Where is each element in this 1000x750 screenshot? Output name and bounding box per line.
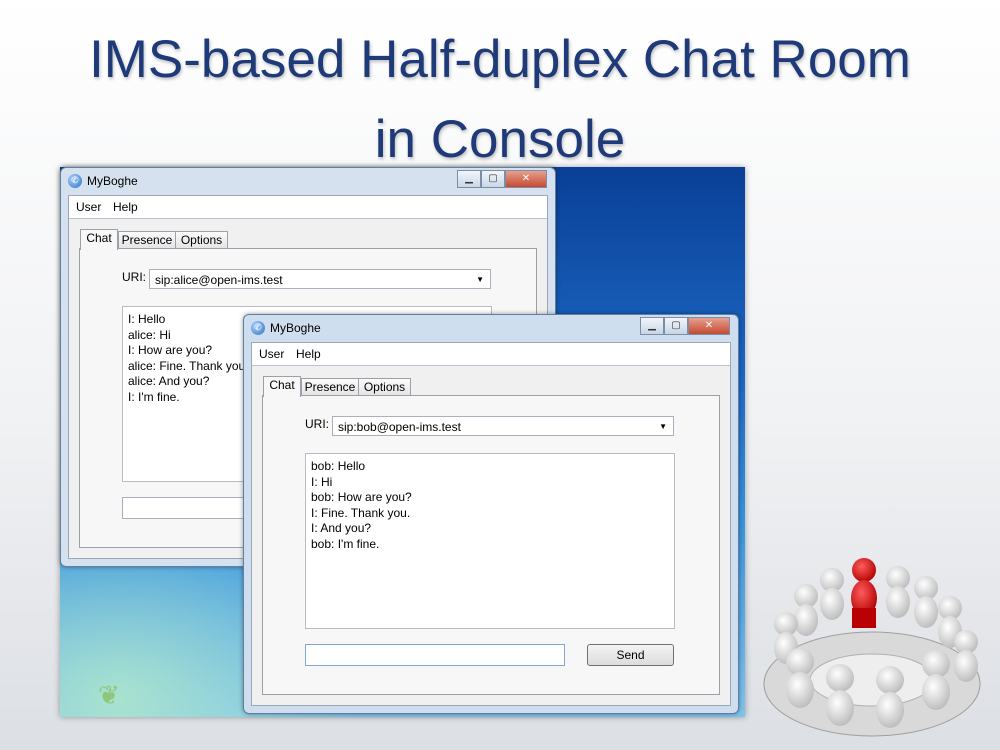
- tab-presence[interactable]: Presence: [118, 231, 176, 249]
- window-title: MyBoghe: [87, 174, 138, 188]
- uri-combobox[interactable]: sip:alice@open-ims.test ▼: [149, 269, 491, 289]
- chat-message: bob: Hello: [311, 459, 366, 473]
- tab-options[interactable]: Options: [358, 378, 411, 396]
- menu-bar: User Help: [69, 196, 547, 219]
- uri-label: URI:: [305, 417, 329, 431]
- window-client: User Help Chat Presence Options URI: sip…: [251, 342, 731, 706]
- slide-title-line2: in Console: [374, 110, 626, 169]
- send-button[interactable]: Send: [587, 644, 674, 666]
- chat-message: I: And you?: [311, 521, 372, 535]
- minimize-icon[interactable]: ▁: [640, 317, 664, 335]
- menu-help[interactable]: Help: [296, 347, 321, 361]
- title-bar[interactable]: ✆ MyBoghe ▁ ▢ ✕: [244, 315, 738, 343]
- minimize-icon[interactable]: ▁: [457, 170, 481, 188]
- chevron-down-icon[interactable]: ▼: [476, 270, 484, 290]
- title-bar[interactable]: ✆ MyBoghe ▁ ▢ ✕: [61, 168, 555, 196]
- chat-tab-panel: URI: sip:bob@open-ims.test ▼ bob: Hello …: [262, 395, 720, 695]
- uri-label: URI:: [122, 270, 146, 284]
- tab-presence[interactable]: Presence: [301, 378, 359, 396]
- tab-chat[interactable]: Chat: [80, 229, 118, 250]
- message-input[interactable]: [305, 644, 565, 666]
- uri-value: sip:alice@open-ims.test: [155, 273, 283, 287]
- menu-help[interactable]: Help: [113, 200, 138, 214]
- chat-message: bob: I'm fine.: [311, 536, 380, 551]
- phone-icon: ✆: [68, 174, 82, 188]
- close-icon[interactable]: ✕: [688, 317, 730, 335]
- uri-value: sip:bob@open-ims.test: [338, 420, 461, 434]
- chat-log[interactable]: bob: Hello I: Hi bob: How are you? I: Fi…: [305, 453, 675, 629]
- meeting-circle-illustration: [763, 558, 981, 737]
- maximize-icon[interactable]: ▢: [481, 170, 505, 188]
- chevron-down-icon[interactable]: ▼: [659, 417, 667, 437]
- phone-icon: ✆: [251, 321, 265, 335]
- chat-message: I: Hi: [311, 474, 333, 489]
- chat-message: bob: How are you?: [311, 490, 412, 504]
- tab-chat[interactable]: Chat: [263, 376, 301, 397]
- chat-message: I: Fine. Thank you.: [311, 505, 411, 520]
- menu-user[interactable]: User: [259, 347, 284, 361]
- slide-title-line1: IMS-based Half-duplex Chat Room: [89, 30, 911, 89]
- uri-combobox[interactable]: sip:bob@open-ims.test ▼: [332, 416, 674, 436]
- window-title: MyBoghe: [270, 321, 321, 335]
- leader-red-figure: [851, 558, 877, 628]
- menu-user[interactable]: User: [76, 200, 101, 214]
- leaf-decoration-icon: ❦: [98, 681, 120, 711]
- menu-bar: User Help: [252, 343, 730, 366]
- close-icon[interactable]: ✕: [505, 170, 547, 188]
- chat-window-bob: ✆ MyBoghe ▁ ▢ ✕ User Help Chat Presence …: [243, 314, 739, 714]
- tab-options[interactable]: Options: [175, 231, 228, 249]
- maximize-icon[interactable]: ▢: [664, 317, 688, 335]
